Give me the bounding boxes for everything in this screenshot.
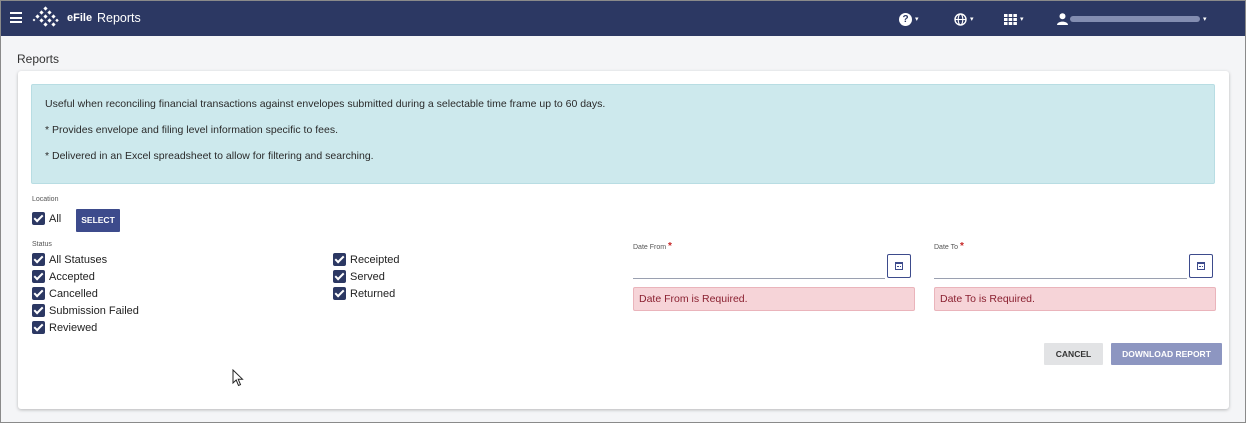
checkbox-label: All Statuses [49,253,108,266]
cancel-button[interactable]: CANCEL [1044,343,1103,365]
checkbox-label: All [49,212,62,225]
status-checkbox-cancelled[interactable]: Cancelled [32,287,98,300]
date-from-error: Date From is Required. [633,287,915,311]
chevron-down-icon: ▾ [1020,16,1024,23]
required-icon: * [959,241,964,252]
info-line: * Provides envelope and filing level inf… [45,124,338,136]
app-title: Reports [97,11,141,25]
status-checkbox-reviewed[interactable]: Reviewed [32,321,97,334]
checkbox-checked-icon [32,321,45,334]
checkbox-label: Served [350,270,385,283]
page-title: Reports [17,52,60,66]
info-line: Useful when reconciling financial transa… [45,98,606,110]
status-checkbox-receipted[interactable]: Receipted [333,253,400,266]
user-name-redacted [1070,16,1200,22]
info-line: * Delivered in an Excel spreadsheet to a… [45,150,374,162]
report-card: Useful when reconciling financial transa… [18,71,1229,409]
date-from-label-text: Date From [633,244,667,251]
checkbox-label: Reviewed [49,321,98,334]
date-to-input[interactable] [934,258,1187,279]
checkbox-checked-icon [333,253,346,266]
efile-logo-icon [32,6,59,27]
required-icon: * [668,241,672,252]
checkbox-label: Cancelled [49,287,98,300]
status-checkbox-all-statuses[interactable]: All Statuses [32,253,107,266]
chevron-down-icon: ▾ [970,16,974,23]
checkbox-label: Returned [350,287,396,300]
download-report-button[interactable]: DOWNLOAD REPORT [1111,343,1222,365]
status-checkbox-accepted[interactable]: Accepted [32,270,95,283]
checkbox-checked-icon [32,304,45,317]
grid-icon [1004,13,1017,25]
date-to-label-text: Date To [934,244,958,251]
date-from-calendar-button[interactable] [887,254,911,278]
checkbox-checked-icon [333,287,346,300]
help-menu-button[interactable]: ? ▾ [899,10,919,28]
location-all-checkbox[interactable]: All [32,212,61,225]
checkbox-checked-icon [32,270,45,283]
calendar-icon [895,262,903,270]
menu-icon[interactable] [10,12,22,23]
globe-icon [954,12,967,26]
date-from-label: Date From * [633,241,672,252]
date-to-calendar-button[interactable] [1189,254,1213,278]
location-label: Location [32,196,59,203]
chevron-down-icon: ▾ [915,16,919,23]
user-icon [1057,13,1068,25]
calendar-icon [1197,262,1205,270]
status-checkbox-submission-failed[interactable]: Submission Failed [32,304,139,317]
checkbox-checked-icon [32,212,45,225]
chevron-down-icon: ▾ [1203,16,1207,23]
checkbox-checked-icon [333,270,346,283]
info-panel: Useful when reconciling financial transa… [31,84,1215,184]
language-menu-button[interactable]: ▾ [954,10,974,28]
checkbox-label: Accepted [49,270,95,283]
checkbox-label: Receipted [350,253,400,266]
date-to-error: Date To is Required. [934,287,1216,311]
date-from-input[interactable] [633,258,885,279]
checkbox-label: Submission Failed [49,304,139,317]
status-checkbox-served[interactable]: Served [333,270,385,283]
select-location-button[interactable]: SELECT [76,209,120,232]
status-checkbox-returned[interactable]: Returned [333,287,395,300]
user-menu-button[interactable]: ▾ [1057,10,1207,28]
app-window: eFile Reports ? ▾ ▾ ▾ ▾ Reports Useful w… [0,0,1246,423]
help-icon: ? [899,12,912,26]
date-to-label: Date To * [934,241,964,252]
mouse-cursor-icon [232,369,244,387]
checkbox-checked-icon [32,287,45,300]
top-nav-bar: eFile Reports ? ▾ ▾ ▾ ▾ [1,1,1245,36]
checkbox-checked-icon [32,253,45,266]
status-label: Status [32,241,52,248]
brand-name: eFile [67,12,93,24]
apps-menu-button[interactable]: ▾ [1004,10,1024,28]
